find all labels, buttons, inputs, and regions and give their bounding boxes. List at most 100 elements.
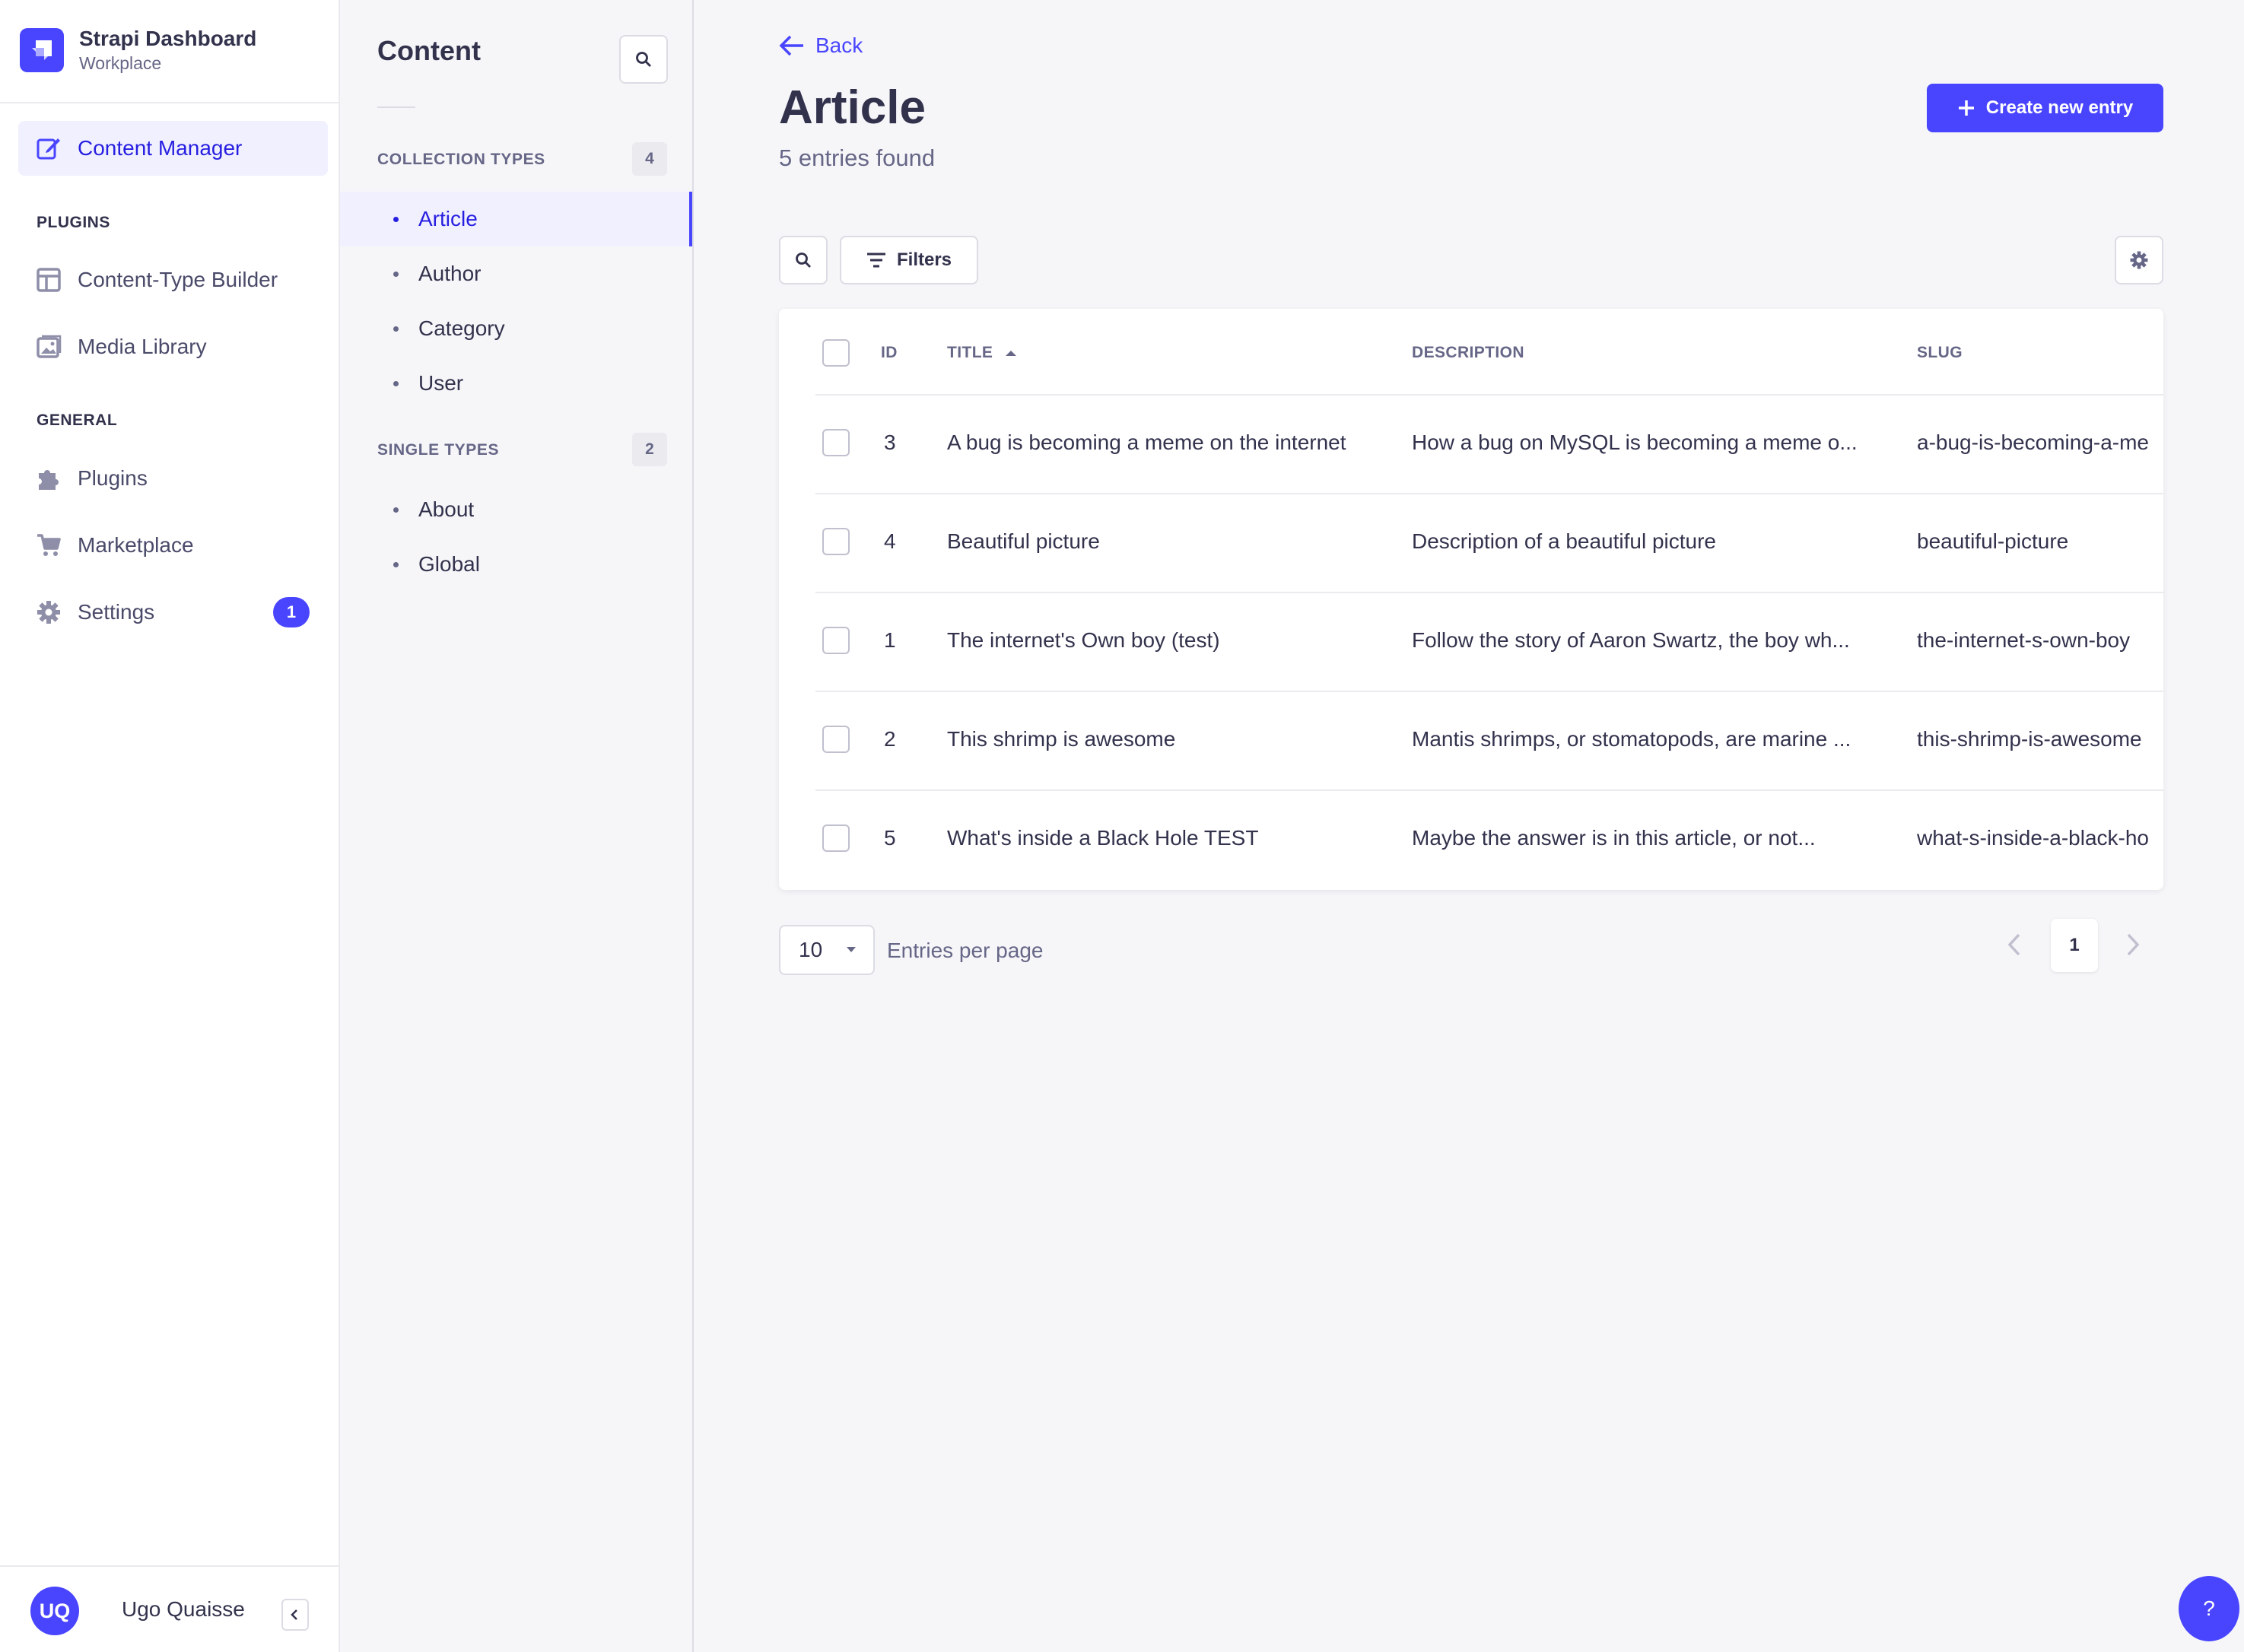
filters-label: Filters — [896, 249, 952, 270]
subnav-item-global[interactable]: Global — [340, 537, 692, 592]
subnav-item-label: About — [418, 497, 475, 521]
nav-marketplace[interactable]: Marketplace — [18, 518, 328, 573]
brand-subtitle: Workplace — [79, 53, 162, 73]
main-navigation: Strapi Dashboard Workplace Content Manag… — [0, 0, 340, 1652]
cell-title: This shrimp is awesome — [947, 727, 1176, 751]
create-entry-button[interactable]: Create new entry — [1927, 84, 2163, 132]
entries-count: 5 entries found — [779, 145, 936, 171]
nav-settings-label: Settings — [78, 600, 155, 624]
single-types-count: 2 — [632, 433, 667, 466]
back-label: Back — [815, 33, 863, 57]
subnav-item-user[interactable]: User — [340, 356, 692, 411]
cell-id: 5 — [884, 826, 896, 850]
entries-per-page-select[interactable]: 10 — [779, 925, 875, 975]
row-checkbox[interactable] — [822, 429, 850, 456]
sort-ascending-icon — [1006, 351, 1017, 356]
gear-icon — [35, 599, 62, 626]
row-checkbox[interactable] — [822, 528, 850, 555]
gear-icon — [2130, 251, 2148, 269]
subnav-item-author[interactable]: Author — [340, 246, 692, 301]
collection-types-count: 4 — [632, 142, 667, 176]
entries-per-page-value: 10 — [799, 938, 823, 961]
subnav-title: Content — [377, 35, 481, 66]
table-row[interactable]: 5 What's inside a Black Hole TEST Maybe … — [815, 789, 2163, 888]
settings-notification-badge: 1 — [273, 597, 310, 627]
select-all-checkbox[interactable] — [822, 339, 850, 367]
nav-footer: UQ Ugo Quaisse — [0, 1565, 340, 1652]
help-button[interactable]: ? — [2179, 1576, 2239, 1641]
cell-slug: a-bug-is-becoming-a-me — [1917, 430, 2150, 454]
user-name[interactable]: Ugo Quaisse — [122, 1597, 245, 1622]
cell-description: Description of a beautiful picture — [1412, 529, 1716, 553]
subnav-item-label: User — [418, 371, 464, 395]
table-row[interactable]: 4 Beautiful picture Description of a bea… — [815, 493, 2163, 592]
page-number-current[interactable]: 1 — [2051, 919, 2098, 972]
subnav-divider — [377, 106, 415, 108]
nav-content-manager-label: Content Manager — [78, 136, 243, 160]
cell-title: A bug is becoming a meme on the internet — [947, 430, 1346, 454]
column-header-description[interactable]: DESCRIPTION — [1412, 344, 1524, 362]
nav-content-type-builder[interactable]: Content-Type Builder — [18, 253, 328, 307]
back-link[interactable]: Back — [779, 33, 863, 58]
strapi-logo-icon — [20, 28, 64, 72]
nav-content-type-builder-label: Content-Type Builder — [78, 268, 278, 291]
table-row[interactable]: 3 A bug is becoming a meme on the intern… — [815, 394, 2163, 493]
subnav-item-label: Category — [418, 316, 505, 340]
cell-slug: this-shrimp-is-awesome — [1917, 727, 2142, 751]
subnav-item-category[interactable]: Category — [340, 301, 692, 356]
cell-title: The internet's Own boy (test) — [947, 628, 1220, 652]
subnav-item-label: Author — [418, 262, 482, 285]
collapse-nav-button[interactable] — [281, 1599, 309, 1631]
entries-per-page-label: Entries per page — [887, 939, 1044, 962]
avatar[interactable]: UQ — [30, 1587, 79, 1635]
cell-description: Mantis shrimps, or stomatopods, are mari… — [1412, 727, 1851, 751]
cell-description: How a bug on MySQL is becoming a meme o.… — [1412, 430, 1858, 454]
page-title: Article — [779, 81, 926, 134]
subnav-item-about[interactable]: About — [340, 482, 692, 537]
row-checkbox[interactable] — [822, 824, 850, 852]
column-header-slug[interactable]: SLUG — [1917, 344, 1963, 362]
row-checkbox[interactable] — [822, 627, 850, 654]
layout-icon — [35, 266, 62, 294]
cell-slug: the-internet-s-own-boy — [1917, 628, 2131, 652]
column-header-id[interactable]: ID — [881, 344, 898, 362]
cell-title: Beautiful picture — [947, 529, 1100, 553]
nav-content-manager[interactable]: Content Manager — [18, 121, 328, 176]
nav-marketplace-label: Marketplace — [78, 533, 194, 557]
chevron-left-icon — [2007, 933, 2020, 956]
nav-plugins[interactable]: Plugins — [18, 451, 328, 506]
cell-id: 4 — [884, 529, 896, 553]
search-icon — [796, 253, 811, 268]
cell-description: Follow the story of Aaron Swartz, the bo… — [1412, 628, 1850, 652]
single-types-heading: SINGLE TYPES — [377, 441, 500, 459]
search-icon — [636, 52, 651, 67]
table-row[interactable]: 1 The internet's Own boy (test) Follow t… — [815, 592, 2163, 691]
subnav-search-button[interactable] — [619, 35, 668, 84]
filters-button[interactable]: Filters — [840, 236, 978, 284]
table-row[interactable]: 2 This shrimp is awesome Mantis shrimps,… — [815, 691, 2163, 789]
row-checkbox[interactable] — [822, 726, 850, 753]
entries-table: ID TITLE DESCRIPTION SLUG 3 A bug is bec… — [779, 309, 2163, 890]
nav-section-general: GENERAL — [37, 411, 118, 429]
nav-media-library[interactable]: Media Library — [18, 319, 328, 374]
puzzle-icon — [35, 465, 62, 492]
subnav-item-label: Global — [418, 552, 480, 576]
nav-settings[interactable]: Settings 1 — [18, 585, 328, 640]
table-search-button[interactable] — [779, 236, 828, 284]
previous-page-button[interactable] — [1999, 929, 2029, 960]
nav-media-library-label: Media Library — [78, 335, 207, 358]
feather-pen-icon — [35, 135, 62, 162]
chevron-left-icon — [291, 1609, 297, 1620]
cell-slug: what-s-inside-a-black-ho — [1917, 826, 2150, 850]
arrow-left-icon — [779, 35, 803, 56]
subnav-item-article[interactable]: Article — [340, 192, 692, 246]
brand: Strapi Dashboard Workplace — [20, 23, 256, 78]
plus-icon — [1958, 100, 1974, 116]
collection-types-heading: COLLECTION TYPES — [377, 151, 545, 168]
table-settings-button[interactable] — [2115, 236, 2163, 284]
column-header-title[interactable]: TITLE — [947, 344, 1017, 362]
cell-slug: beautiful-picture — [1917, 529, 2069, 553]
content-subnav: Content COLLECTION TYPES 4 Article Autho… — [340, 0, 694, 1652]
cell-id: 2 — [884, 727, 896, 751]
next-page-button[interactable] — [2118, 929, 2148, 960]
